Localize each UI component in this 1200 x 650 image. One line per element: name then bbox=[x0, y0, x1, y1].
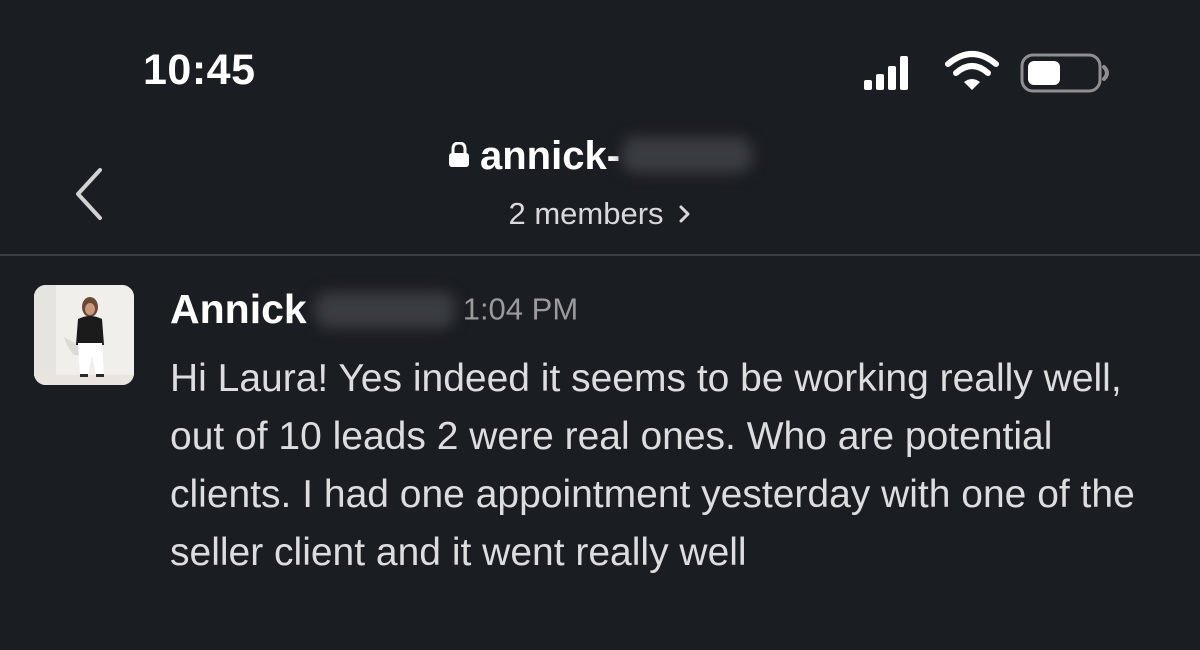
chat-screen: 10:45 annick- 2 members Annick 1:04 PM H… bbox=[0, 0, 1200, 650]
channel-name: annick- bbox=[479, 134, 621, 178]
channel-title[interactable]: annick- bbox=[0, 134, 1200, 179]
redacted-surname-blur bbox=[314, 291, 455, 328]
members-count: 2 members bbox=[508, 196, 664, 231]
chevron-right-icon bbox=[679, 205, 690, 223]
avatar[interactable] bbox=[34, 285, 134, 385]
header-divider bbox=[0, 254, 1200, 256]
redacted-name-blur bbox=[622, 137, 753, 174]
message-header: Annick 1:04 PM bbox=[170, 286, 578, 342]
members-link[interactable]: 2 members bbox=[0, 196, 1200, 232]
sender-name[interactable]: Annick bbox=[170, 286, 307, 332]
message-text: Hi Laura! Yes indeed it seems to be work… bbox=[170, 357, 1135, 574]
status-bar: 10:45 bbox=[0, 0, 1200, 140]
signal-icon bbox=[864, 56, 908, 90]
battery-icon bbox=[1020, 53, 1109, 93]
message-timestamp: 1:04 PM bbox=[462, 291, 579, 327]
channel-header: annick- 2 members bbox=[0, 120, 1200, 254]
lock-icon bbox=[448, 142, 469, 168]
status-clock: 10:45 bbox=[143, 46, 256, 94]
wifi-icon bbox=[945, 51, 999, 90]
